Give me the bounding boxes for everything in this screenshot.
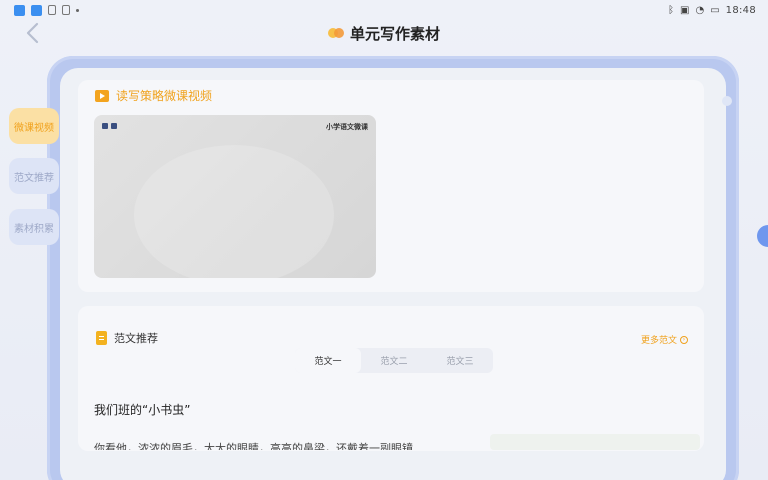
essay-highlight — [490, 434, 700, 450]
video-thumbnail[interactable]: 小学语文微课 — [94, 115, 376, 278]
video-icon — [95, 89, 109, 102]
side-tab-micro-video[interactable]: 微课视频 — [9, 108, 59, 144]
tab-essay-2[interactable]: 范文二 — [361, 348, 427, 373]
status-right: ᛒ ▣ ◔ ▭ 18:48 — [668, 5, 756, 16]
title-decoration-icon — [327, 28, 344, 38]
essay-body: 你看他，浓浓的眉毛，大大的眼睛，高高的鼻梁，还戴着一副眼镜 — [94, 442, 413, 450]
video-section-header: 读写策略微课视频 — [95, 87, 212, 104]
essay-title: 我们班的“小书虫” — [94, 403, 191, 417]
tab-essay-1[interactable]: 范文一 — [295, 348, 361, 373]
document-icon — [96, 331, 107, 345]
bluetooth-icon: ᛒ — [668, 4, 675, 16]
scroll-handle[interactable] — [757, 225, 768, 247]
battery-saver-icon: ▣ — [680, 4, 690, 16]
wifi-icon: ◔ — [695, 4, 705, 16]
app-notification-icon — [31, 4, 42, 16]
header: 单元写作素材 — [0, 22, 768, 44]
essay-section — [78, 306, 704, 451]
frame-indicator — [722, 96, 732, 106]
thumbnail-decoration — [134, 145, 334, 278]
video-section-title: 读写策略微课视频 — [116, 89, 213, 103]
video-brand-logo — [102, 123, 117, 129]
more-essays-link[interactable]: 更多范文 › — [641, 333, 688, 346]
essay-tabs: 范文一 范文二 范文三 — [295, 348, 493, 373]
video-caption: 小学语文微课 — [326, 123, 368, 131]
tab-essay-3[interactable]: 范文三 — [427, 348, 493, 373]
status-time: 18:48 — [725, 4, 756, 16]
side-tab-material[interactable]: 素材积累 — [9, 209, 59, 245]
essay-section-title: 范文推荐 — [114, 332, 158, 345]
clipboard-icon — [62, 5, 70, 15]
more-essays-label: 更多范文 — [640, 336, 677, 346]
chevron-right-icon: › — [680, 335, 688, 344]
clipboard-icon — [48, 5, 56, 15]
battery-icon: ▭ — [710, 4, 720, 16]
dot-icon — [76, 8, 79, 12]
app-notification-icon — [14, 4, 25, 16]
essay-section-header: 范文推荐 — [96, 330, 158, 346]
status-bar: ᛒ ▣ ◔ ▭ 18:48 — [0, 0, 768, 20]
page-title: 单元写作素材 — [349, 24, 440, 43]
status-left — [14, 4, 79, 16]
side-tab-model-essay[interactable]: 范文推荐 — [9, 158, 59, 194]
